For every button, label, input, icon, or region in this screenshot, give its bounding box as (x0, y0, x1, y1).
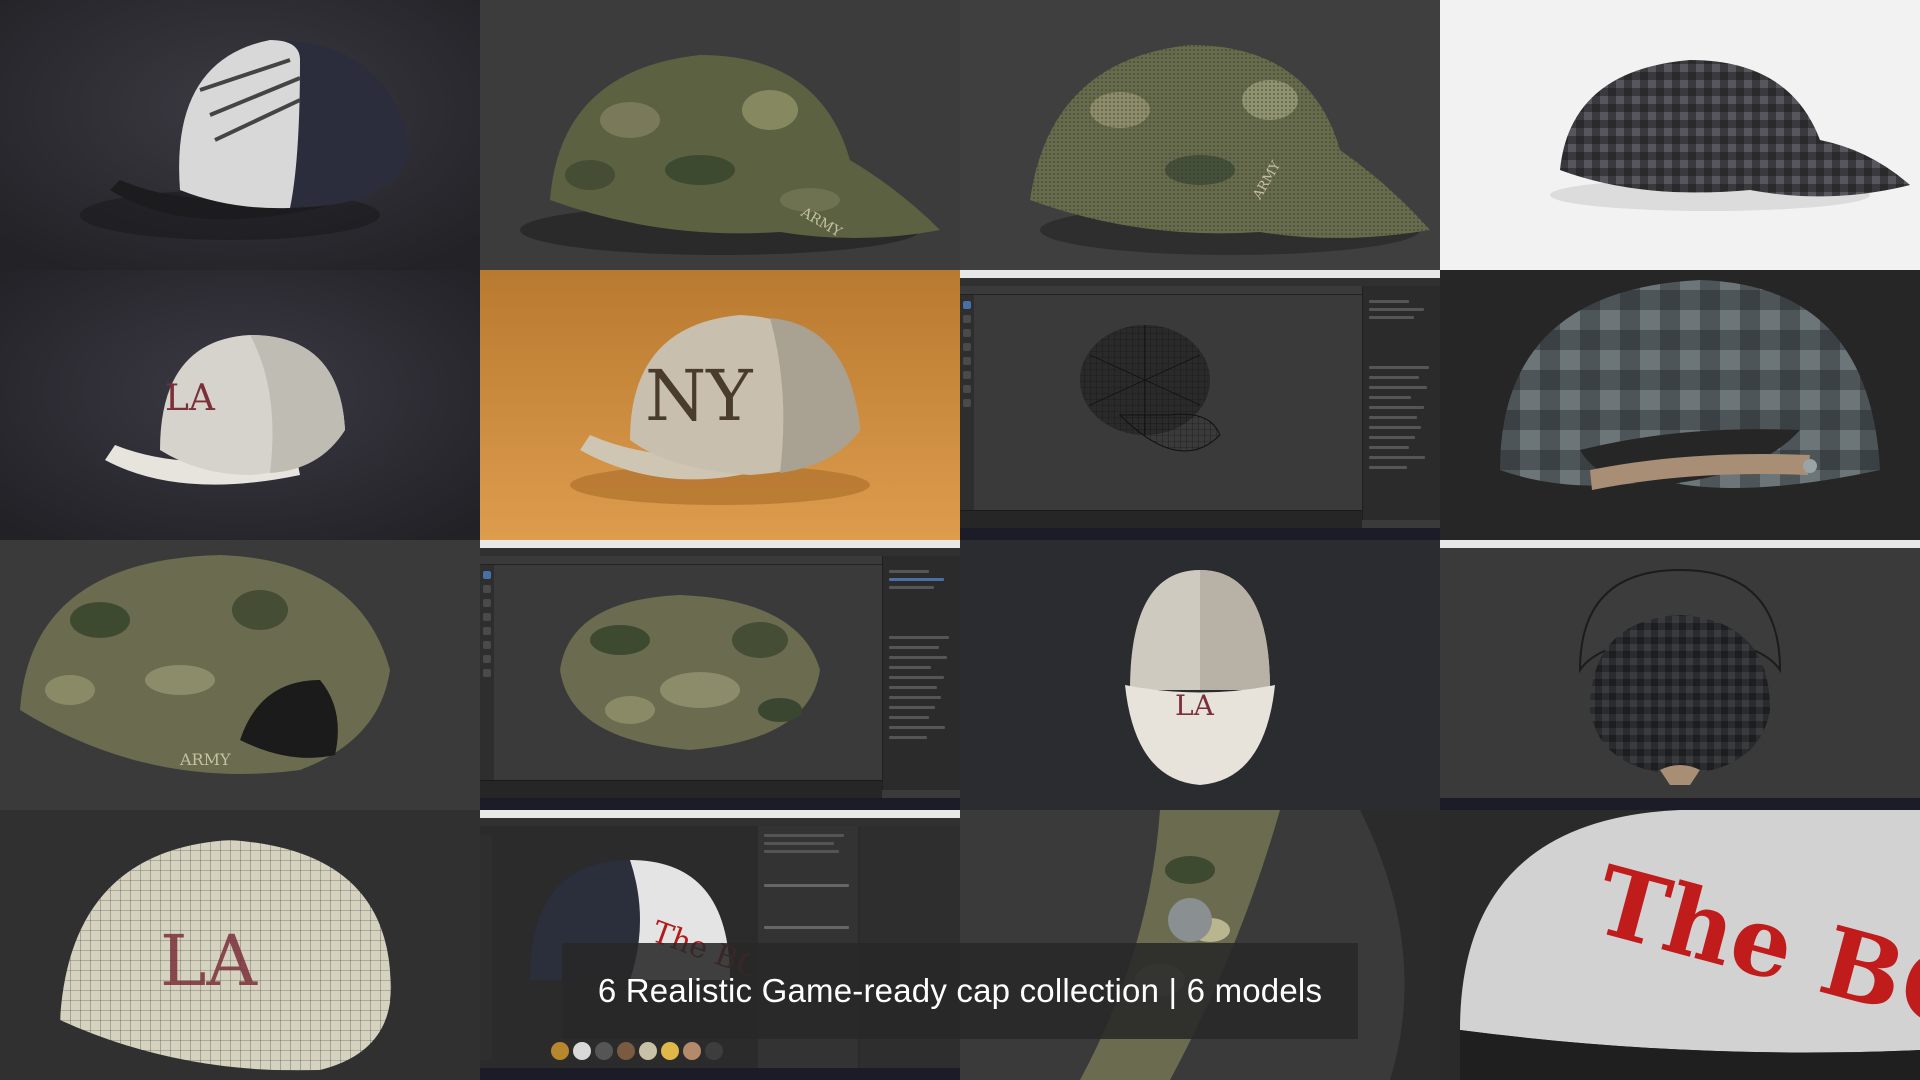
blender-window (1440, 540, 1920, 810)
cap-render (1440, 0, 1920, 270)
tile-blender-plaid (1440, 540, 1920, 810)
blender-title-bar (480, 540, 960, 548)
blender-title-bar (960, 270, 1440, 278)
cap-render: LA (0, 270, 480, 540)
cap-render: NY (480, 270, 960, 540)
la-logo: LA (1175, 689, 1215, 722)
tile-blender-wireframe (960, 270, 1440, 540)
outliner-properties-panel (1362, 286, 1440, 520)
taskbar (480, 798, 960, 810)
tile-white-black-cap (0, 0, 480, 270)
cap-render (0, 0, 480, 270)
cap-render: LA (960, 540, 1440, 810)
tile-blender-camo (480, 540, 960, 810)
tile-camo-cap: ARMY (480, 0, 960, 270)
wireframe-cap-mesh (1080, 325, 1221, 452)
caption-text: 6 Realistic Game-ready cap collection | … (597, 972, 1323, 1009)
image-collage: ARMY ARMY LA NY ARMY LA LA The BOS 6 Rea… (0, 0, 1920, 1080)
timeline (480, 780, 882, 798)
army-label: ARMY (179, 750, 231, 769)
camo-cap-model (560, 595, 820, 750)
blender-menu-bar (480, 548, 960, 556)
toolbar (480, 565, 494, 790)
toolbar (960, 295, 974, 520)
outliner-properties-panel (882, 556, 960, 790)
tile-camo-back: ARMY (0, 540, 480, 810)
title-bar (480, 810, 960, 818)
timeline (960, 510, 1362, 528)
la-logo: LA (160, 920, 258, 1002)
cap-render: ARMY (480, 0, 960, 270)
toolbar (480, 835, 492, 1060)
menu-bar (480, 818, 960, 826)
tile-white-la-cap: LA (0, 270, 480, 540)
cap-render: The BOS (1440, 810, 1920, 1080)
taskbar (1440, 798, 1920, 810)
ny-logo: NY (645, 355, 753, 437)
tile-ny-cap: NY (480, 270, 960, 540)
tile-plaid-strap (1440, 270, 1920, 540)
blender-window (480, 540, 960, 810)
caption-banner: 6 Realistic Game-ready cap collection | … (562, 943, 1358, 1039)
tile-la-top: LA (960, 540, 1440, 810)
plaid-cap-model (1578, 568, 1782, 785)
material-shelf (551, 1042, 723, 1060)
cap-render: ARMY (0, 540, 480, 810)
blender-menu-bar (960, 278, 1440, 286)
la-logo: LA (165, 378, 216, 419)
tile-la-wireframe: LA (0, 810, 480, 1080)
tile-camo-mesh-cap: ARMY (960, 0, 1440, 270)
tile-boss-closeup: The BOS (1440, 810, 1920, 1080)
tile-plaid-cap (1440, 0, 1920, 270)
blender-window (960, 270, 1440, 540)
blender-title-bar (1440, 540, 1920, 548)
cap-render: ARMY (960, 0, 1440, 270)
cap-render: LA (0, 810, 480, 1080)
taskbar (480, 1068, 960, 1080)
taskbar (960, 528, 1440, 540)
cap-render (1440, 270, 1920, 540)
